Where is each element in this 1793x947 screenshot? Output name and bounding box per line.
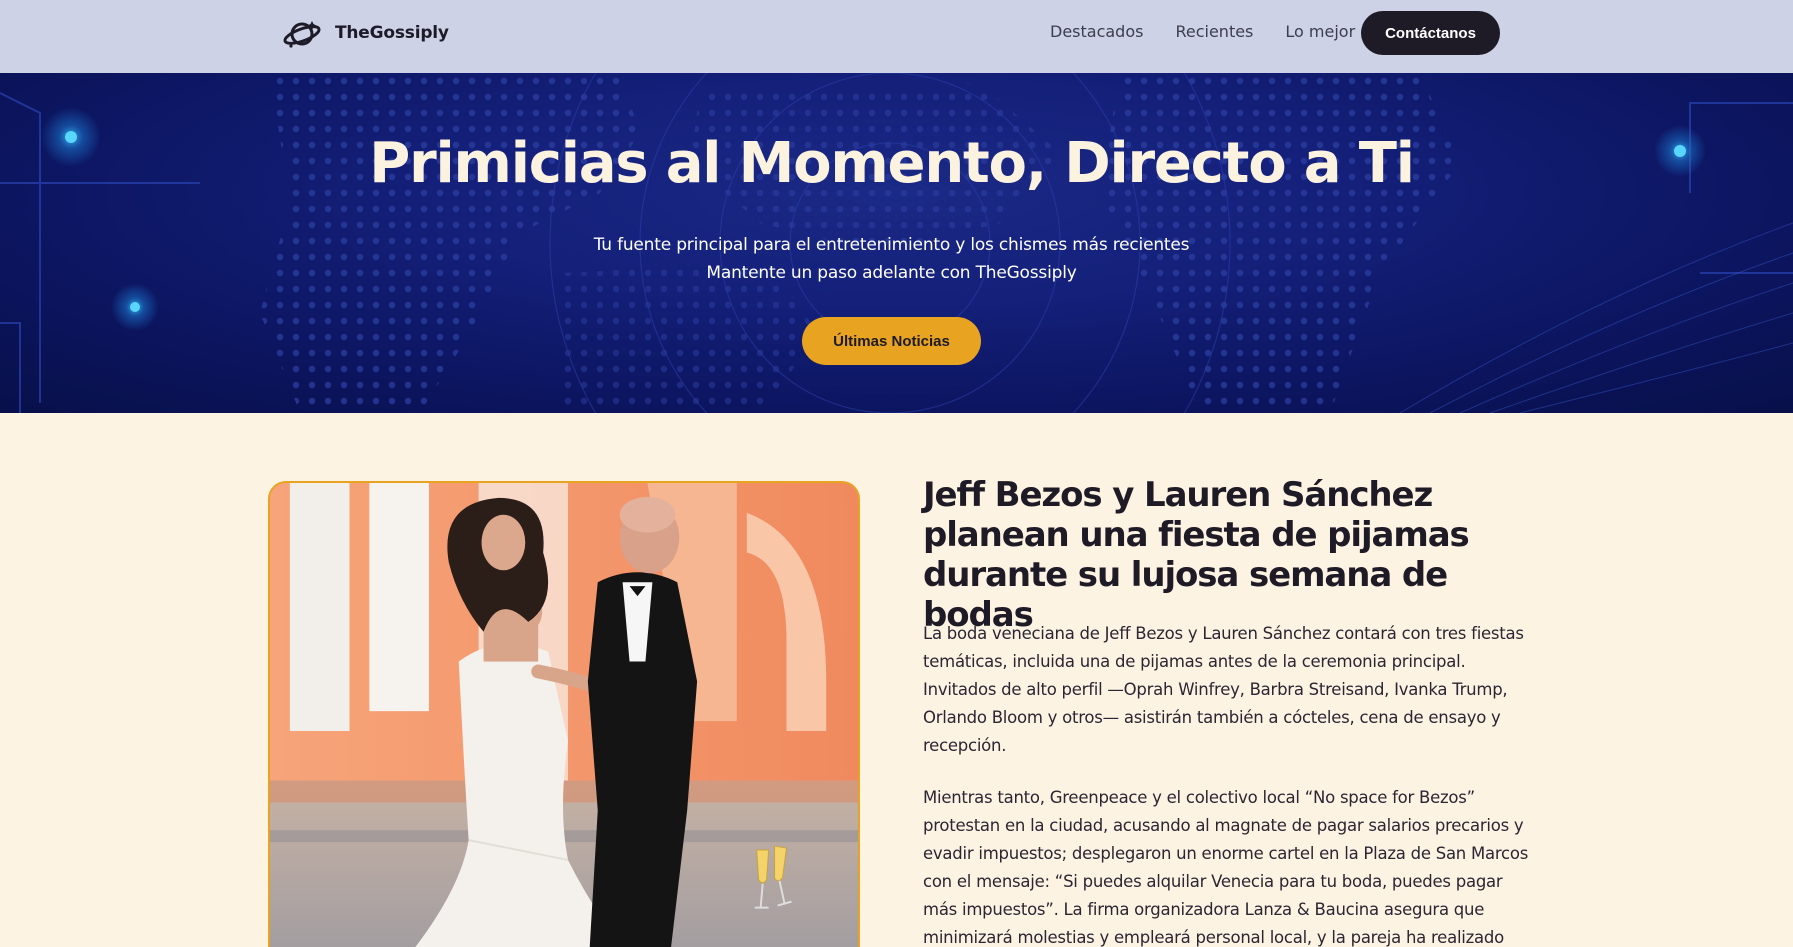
- latest-news-button[interactable]: Últimas Noticias: [802, 317, 981, 365]
- nav-link-recientes[interactable]: Recientes: [1175, 22, 1253, 41]
- article-photo: [270, 483, 858, 947]
- hero-title: Primicias al Momento, Directo a Ti: [369, 131, 1415, 196]
- article-title[interactable]: Jeff Bezos y Lauren Sánchez planean una …: [923, 475, 1523, 635]
- brand[interactable]: TheGossiply: [282, 15, 449, 51]
- article-image[interactable]: [268, 481, 860, 947]
- planet-logo-icon: [283, 21, 321, 48]
- hero-section: Primicias al Momento, Directo a Ti Tu fu…: [0, 73, 1793, 413]
- nav-link-lo-mejor[interactable]: Lo mejor: [1285, 22, 1355, 41]
- top-navbar: TheGossiply Destacados Recientes Lo mejo…: [0, 0, 1793, 73]
- article-paragraph-2: Mientras tanto, Greenpeace y el colectiv…: [923, 788, 1529, 947]
- contact-button[interactable]: Contáctanos: [1361, 11, 1500, 55]
- nav-link-destacados[interactable]: Destacados: [1050, 22, 1143, 41]
- hero-subtitle: Tu fuente principal para el entretenimie…: [0, 231, 1783, 287]
- brand-name: TheGossiply: [335, 23, 449, 43]
- hero-subtitle-line-2: Mantente un paso adelante con TheGossipl…: [706, 263, 1077, 283]
- article-paragraph-1: La boda veneciana de Jeff Bezos y Lauren…: [923, 624, 1524, 755]
- nav-links: Destacados Recientes Lo mejor: [1050, 22, 1387, 41]
- hero-subtitle-line-1: Tu fuente principal para el entretenimie…: [593, 235, 1190, 255]
